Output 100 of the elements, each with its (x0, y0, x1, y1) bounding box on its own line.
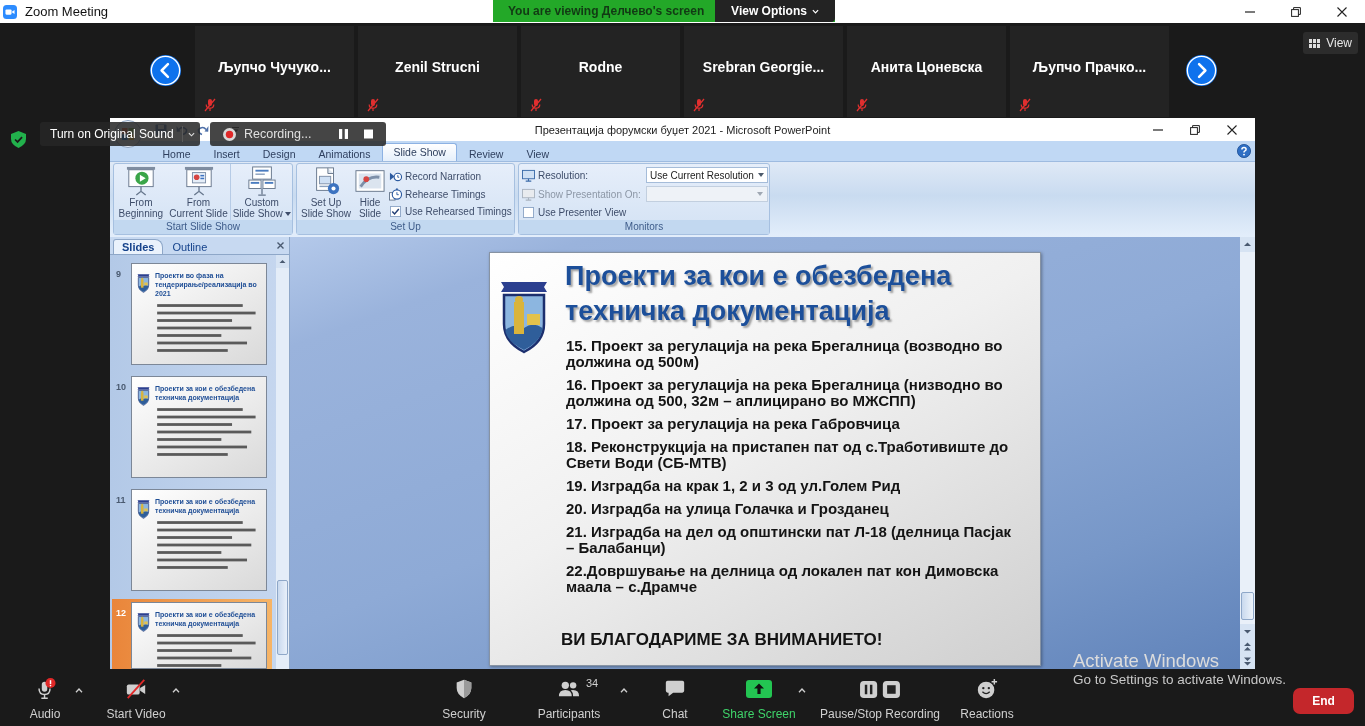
slide-number: 10 (115, 381, 127, 394)
next-slide-icon[interactable] (1240, 654, 1255, 669)
stop-icon[interactable] (364, 129, 374, 139)
restore-icon[interactable] (1189, 124, 1200, 135)
caret-down-icon[interactable] (188, 131, 195, 137)
minimize-icon[interactable] (1245, 10, 1255, 13)
participant-name: Љупчо Прачко... (1031, 58, 1148, 77)
view-button[interactable]: View (1303, 32, 1358, 54)
projector-screens-icon (246, 166, 277, 196)
close-icon[interactable] (1337, 6, 1347, 17)
slide-title: Проекти за кои е обезбедена техничка документација (565, 260, 953, 328)
ribbon-tab[interactable]: Design (251, 146, 307, 161)
participant-name: Љупчо Чучуко... (217, 58, 332, 77)
ribbon-tab[interactable]: Animations (306, 146, 382, 161)
monitor-icon (522, 187, 535, 201)
stopwatch-icon (389, 187, 402, 201)
minimize-icon[interactable] (1152, 128, 1163, 131)
record-button[interactable]: Pause/Stop Recording (820, 670, 940, 726)
project-list-item: 20. Изградба на улица Голачка и Грозданец (566, 501, 890, 517)
caret-down-icon (284, 212, 291, 217)
checkbox-label: Use Presenter View (538, 207, 627, 218)
shield-check-icon[interactable] (11, 131, 26, 148)
project-list-item: 16. Проект за регулација на река Брегалница (низводно во должина од 500, 32м – аплицирано во МЖСПП) (566, 377, 1004, 409)
group-label: Start Slide Show (114, 220, 292, 234)
participant-name: Zenil Strucni (394, 58, 481, 77)
checkbox[interactable] (523, 207, 534, 218)
pause-icon[interactable] (339, 129, 349, 139)
ribbon-button[interactable]: From Beginning (114, 164, 168, 220)
ribbon-button[interactable]: Hide Slide (355, 164, 385, 220)
caret-down-icon (757, 192, 763, 196)
video-camera-logo-icon (3, 4, 17, 19)
original-sound-button[interactable]: Turn on Original Sound (50, 125, 174, 143)
projector-screen-slide-icon (183, 166, 214, 196)
ribbon-button[interactable]: Record Narration (389, 168, 512, 185)
ribbon-tab[interactable]: Slide Show (381, 143, 458, 161)
participants-button[interactable]: 34 Participants (519, 670, 619, 726)
chevron-left-icon[interactable] (150, 54, 181, 86)
ribbon-tab[interactable]: View (514, 146, 561, 161)
pane-tab[interactable]: Outline (163, 239, 217, 254)
scroll-down-icon[interactable] (1240, 624, 1255, 639)
coat-of-arms-icon (137, 499, 150, 519)
app-title: Zoom Meeting (25, 4, 109, 19)
dropdown-field[interactable]: Use Current Resolution (646, 167, 768, 183)
project-list-item: 17. Проект за регулација на река Габровчица (566, 416, 901, 432)
scroll-up-icon[interactable] (1240, 237, 1255, 252)
banner-message: You are viewing Делчево's screen (508, 4, 705, 18)
chat-button[interactable]: Chat (629, 670, 721, 726)
security-button[interactable]: Security (419, 670, 509, 726)
slide-number: 11 (115, 494, 127, 507)
monitor-icon (522, 168, 535, 182)
view-options-button[interactable]: View Options (715, 0, 835, 22)
ribbon-button[interactable]: Rehearse Timings (389, 185, 512, 203)
close-icon[interactable] (1226, 124, 1237, 135)
checkbox-label: Use Rehearsed Timings (405, 206, 512, 218)
window-title: Презентација форумски буџет 2021 - Microsoft PowerPoint (534, 123, 831, 136)
recording-label: Recording... (244, 127, 312, 141)
pane-tab[interactable]: Slides (113, 239, 164, 254)
participant-name: Srebran Georgie... (701, 58, 826, 77)
ribbon-button[interactable]: From Current Slide (167, 164, 230, 220)
chevron-right-icon[interactable] (1186, 54, 1217, 86)
restore-icon[interactable] (1291, 6, 1301, 17)
project-list-item: 19. Изградба на крак 1, 2 и 3 од ул.Голем Рид (566, 478, 902, 494)
projector-screen-play-icon (125, 166, 156, 196)
field-label: Show Presentation On: (538, 188, 642, 200)
participant-count: 34 (586, 677, 599, 689)
ribbon-tab[interactable]: Home (151, 146, 202, 161)
ribbon-tab[interactable]: Review (457, 146, 515, 161)
reactions-button[interactable]: Reactions (947, 670, 1027, 726)
checkbox[interactable] (390, 206, 401, 218)
activation-message: Go to Settings to activate Windows. (1073, 672, 1287, 688)
caret-down-icon (757, 173, 764, 177)
participant-name: Rodne (577, 58, 624, 77)
coat-of-arms-icon (137, 273, 150, 293)
audio-button[interactable]: Audio (16, 670, 74, 726)
group-label: Set Up (297, 220, 514, 234)
coat-of-arms-icon (137, 612, 150, 632)
caret-up-icon[interactable] (798, 688, 806, 693)
scrollbar-thumb[interactable] (1241, 592, 1254, 620)
ribbon-tab[interactable]: Insert (202, 146, 252, 161)
project-list-item: 21. Изградба на дел од општински пат Л-18 (делница Пасјак – Балабанци) (566, 524, 1013, 556)
project-list-item: 22.Довршување на делница од локален пат кон Димовска маала – с.Драмче (566, 563, 1000, 595)
closing-text: ВИ БЛАГОДАРИМЕ ЗА ВНИМАНИЕТО! (561, 630, 884, 650)
scroll-up-icon[interactable] (276, 255, 289, 268)
pause-and-stop-icon (859, 679, 901, 699)
caret-up-icon[interactable] (75, 688, 83, 693)
ribbon-button[interactable]: Custom Slide Show (230, 164, 292, 220)
video-button[interactable]: Start Video (101, 670, 171, 726)
grid-icon (1309, 38, 1321, 48)
ribbon-button[interactable]: Set Up Slide Show (297, 164, 355, 220)
slide-number: 12 (115, 607, 127, 620)
scrollbar-thumb[interactable] (277, 580, 288, 655)
help-icon[interactable] (1237, 144, 1251, 158)
field-label: Resolution: (538, 169, 590, 181)
end-meeting-button[interactable]: End (1293, 688, 1354, 714)
caret-up-icon[interactable] (620, 688, 628, 693)
project-list-item: 15. Проект за регулација на река Брегалница (возводно во должина од 500м) (566, 338, 1004, 370)
chevron-down-icon (811, 8, 819, 14)
caret-up-icon[interactable] (172, 688, 180, 693)
share-button[interactable]: Share Screen (721, 670, 797, 726)
activation-title: Activate Windows (1073, 650, 1219, 672)
